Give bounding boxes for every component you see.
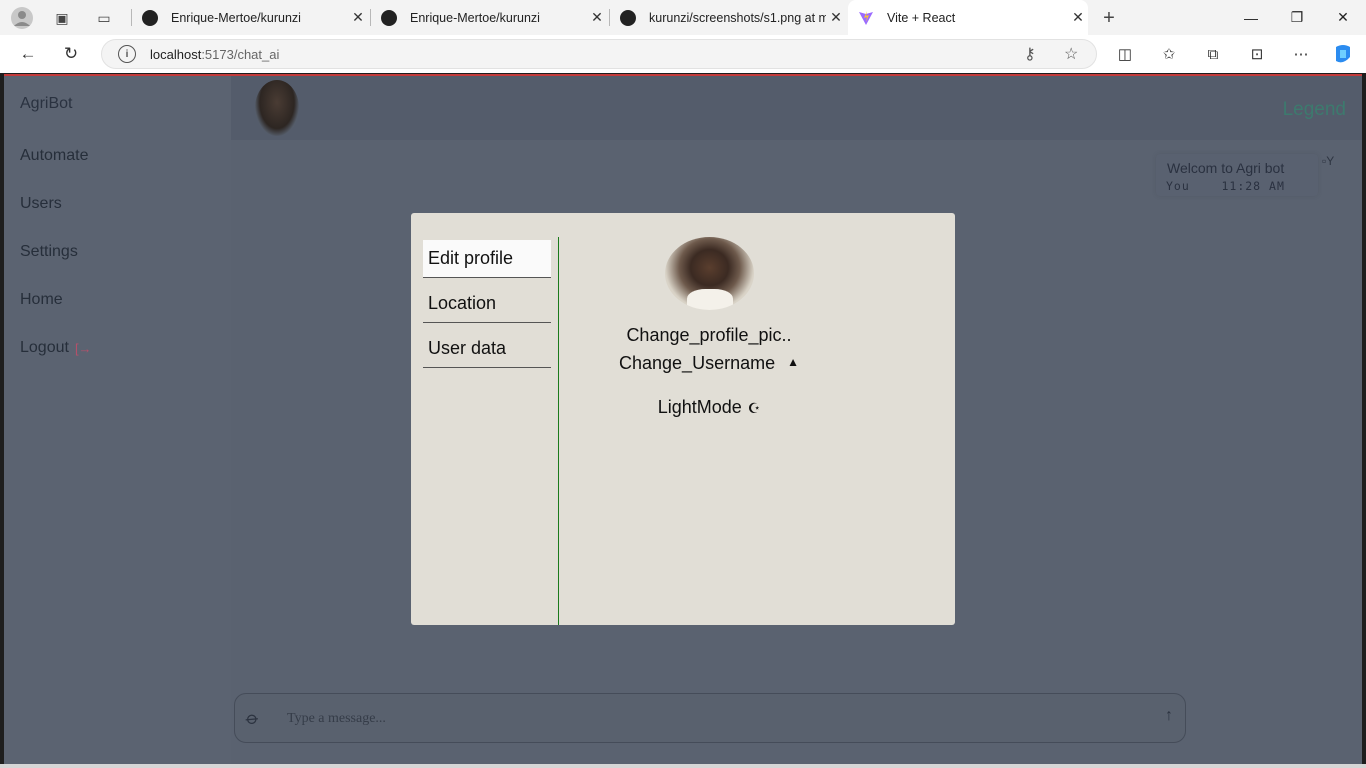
tab-title: Enrique-Mertoe/kurunzi (410, 10, 540, 25)
refresh-icon[interactable]: ↻ (58, 41, 84, 67)
password-key-icon[interactable]: ⚷ (1024, 44, 1036, 64)
vite-icon (858, 10, 874, 26)
close-tab-icon[interactable]: ✕ (348, 9, 368, 26)
tab-title: Enrique-Mertoe/kurunzi (171, 10, 301, 25)
copilot-icon[interactable] (1330, 41, 1356, 67)
logout-label: Logout (20, 339, 69, 356)
tab-2[interactable]: Enrique-Mertoe/kurunzi ✕ (371, 0, 607, 35)
send-arrow-icon[interactable]: ↑ (1165, 707, 1173, 725)
browser-tab-strip: ▣ ▭ Enrique-Mertoe/kurunzi ✕ Enrique-Mer… (0, 0, 1366, 35)
workspaces-icon[interactable]: ▣ (50, 6, 74, 30)
broken-image-icon: ▫Y (1322, 154, 1335, 168)
github-icon (381, 9, 397, 26)
moon-star-icon: ☪ (747, 400, 761, 416)
brand-title: AgriBot (20, 95, 73, 112)
favorites-icon[interactable]: ✩ (1156, 41, 1182, 67)
message-input[interactable] (285, 704, 1145, 734)
light-mode-toggle[interactable]: LightMode ☪ (559, 397, 859, 418)
chat-header: Legend (231, 76, 1362, 140)
profile-settings-modal: Edit profile Location User data Change_p… (411, 213, 955, 625)
profile-picture-shirt (687, 289, 733, 310)
message-text: Welcom to Agri bot (1167, 160, 1285, 176)
change-username-row[interactable]: Change_Username ▲ (559, 353, 859, 374)
caret-up-icon[interactable]: ▲ (787, 355, 799, 369)
change-username-label: Change_Username (619, 353, 776, 373)
taskbar-edge (0, 764, 1366, 768)
tab-title: Vite + React (887, 10, 956, 25)
tab-edit-profile[interactable]: Edit profile (423, 240, 551, 278)
close-tab-icon[interactable]: ✕ (587, 9, 607, 26)
sidebar-item-home[interactable]: Home (20, 291, 63, 309)
favorite-star-icon[interactable]: ☆ (1064, 44, 1078, 64)
tab-1[interactable]: Enrique-Mertoe/kurunzi ✕ (132, 0, 368, 35)
close-window-icon[interactable]: ✕ (1320, 0, 1366, 35)
tab-4-active[interactable]: Vite + React ✕ (848, 0, 1088, 35)
url-host: localhost (150, 46, 202, 62)
close-tab-icon[interactable]: ✕ (1068, 9, 1088, 26)
broken-image-alt: Y (1326, 154, 1335, 168)
profile-picture[interactable] (665, 237, 754, 310)
minimize-icon[interactable]: — (1228, 0, 1274, 35)
attach-paperclip-icon[interactable]: ⌀ (242, 707, 263, 730)
url-bar[interactable]: i localhost:5173/chat_ai (101, 39, 1097, 69)
user-avatar[interactable] (255, 80, 299, 136)
app-page: AgriBot Automate Users Settings Home Log… (4, 74, 1362, 764)
url-path: :5173/chat_ai (201, 46, 280, 62)
modal-divider (558, 237, 559, 625)
sidebar-item-logout[interactable]: Logout [→ (20, 339, 92, 357)
github-icon (620, 9, 636, 26)
new-tab-icon[interactable]: + (1097, 6, 1121, 30)
site-info-icon[interactable]: i (118, 45, 136, 63)
logout-icon: [→ (74, 340, 92, 356)
restore-icon[interactable]: ❐ (1274, 0, 1320, 35)
tab-location[interactable]: Location (423, 285, 551, 323)
tab-title: kurunzi/screenshots/s1.png at ma (649, 10, 826, 25)
profile-icon[interactable] (10, 6, 34, 30)
tab-3[interactable]: kurunzi/screenshots/s1.png at ma ✕ (610, 0, 846, 35)
address-toolbar: ← ↻ i localhost:5173/chat_ai ⚷ ☆ ◫ ✩ ⧉ ⊡… (0, 35, 1366, 73)
light-mode-label: LightMode (657, 397, 742, 417)
sidebar-item-users[interactable]: Users (20, 195, 62, 213)
legend-title: Legend (1282, 99, 1346, 120)
message-meta: You 11:28 AM (1166, 179, 1285, 193)
message-sender: You (1166, 179, 1190, 193)
chat-message-bubble: Welcom to Agri bot You 11:28 AM (1156, 154, 1318, 196)
collections-icon[interactable]: ⧉ (1200, 41, 1226, 67)
github-icon (142, 9, 158, 26)
tab-actions-icon[interactable]: ▭ (92, 6, 116, 30)
change-profile-pic-link[interactable]: Change_profile_pic.. (559, 325, 859, 346)
sidebar: AgriBot Automate Users Settings Home Log… (4, 76, 231, 764)
close-tab-icon[interactable]: ✕ (826, 9, 846, 26)
browser-essentials-icon[interactable]: ⊡ (1244, 41, 1270, 67)
split-screen-icon[interactable]: ◫ (1112, 41, 1138, 67)
sidebar-item-settings[interactable]: Settings (20, 243, 78, 261)
tab-user-data[interactable]: User data (423, 330, 551, 368)
more-menu-icon[interactable]: ⋯ (1288, 41, 1314, 67)
back-icon[interactable]: ← (15, 41, 41, 67)
sidebar-item-automate[interactable]: Automate (20, 147, 88, 165)
message-time: 11:28 AM (1221, 179, 1285, 193)
message-composer: ⌀ ↑ (234, 693, 1186, 743)
